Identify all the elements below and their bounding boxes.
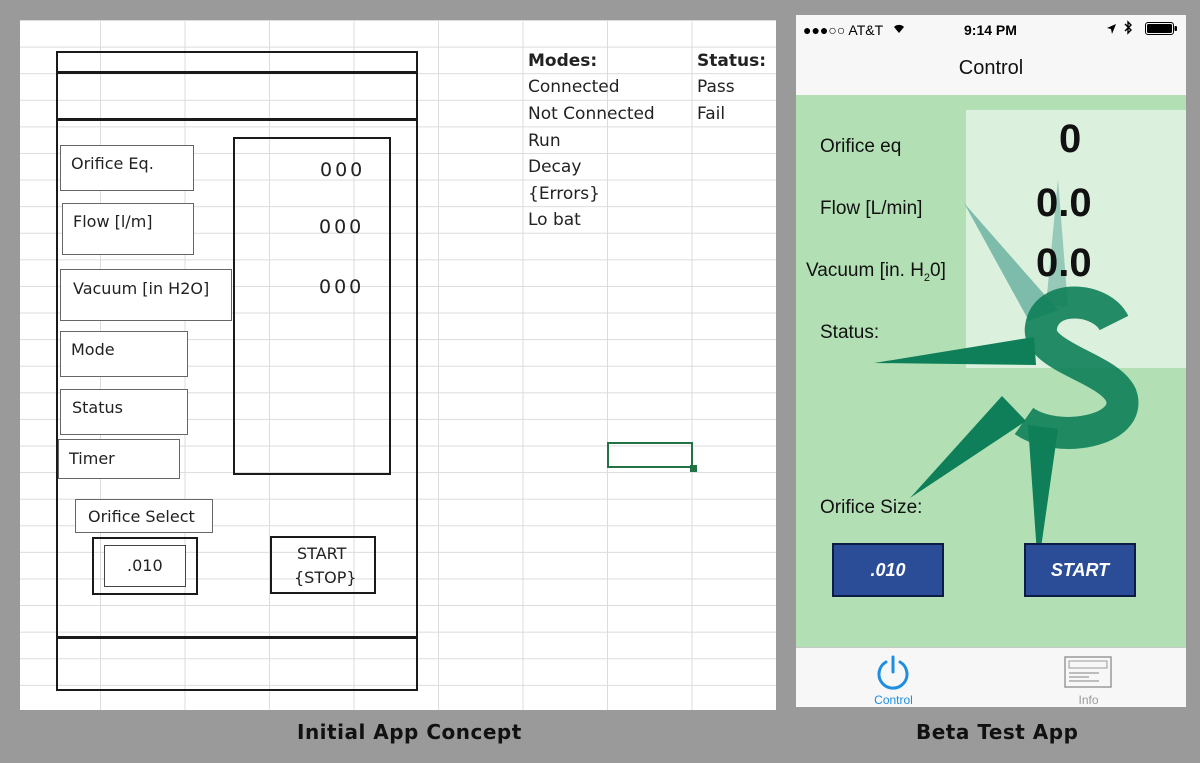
tab-bar: Control Info bbox=[796, 647, 1186, 707]
sketch-value-orifice: 000 bbox=[320, 159, 366, 181]
orifice-eq-label: Orifice eq bbox=[820, 136, 902, 157]
sketch-start-stop-button: START {STOP} bbox=[270, 536, 376, 594]
vacuum-label: Vacuum [in. H20] bbox=[806, 260, 946, 284]
orifice-eq-value: 0 bbox=[1059, 117, 1082, 161]
beta-app-screen: ●●●○○ AT&T 9:14 PM Control Orifice eq Fl… bbox=[796, 15, 1186, 707]
sketch-field-label: Status bbox=[72, 398, 123, 417]
concept-sketch: Orifice Eq. Flow [l/m] Vacuum [in H2O] M… bbox=[20, 20, 776, 710]
mode-item: Run bbox=[528, 131, 561, 151]
mode-item: Connected bbox=[528, 77, 620, 97]
flow-value: 0.0 bbox=[1036, 181, 1092, 225]
status-header: Status: bbox=[697, 51, 766, 71]
sketch-field-label: Vacuum [in H2O] bbox=[73, 279, 210, 298]
sketch-nav-divider bbox=[56, 118, 418, 121]
sketch-field-label: Timer bbox=[69, 449, 115, 468]
clock: 9:14 PM bbox=[964, 22, 1017, 38]
status-item: Pass bbox=[697, 77, 735, 97]
sketch-field-vacuum: Vacuum [in H2O] bbox=[60, 269, 232, 321]
navigation-bar: Control bbox=[796, 43, 1186, 96]
battery-icon bbox=[1145, 22, 1178, 38]
beta-caption: Beta Test App bbox=[916, 720, 1079, 744]
carrier-signal: ●●●○○ AT&T bbox=[803, 22, 884, 38]
screen-title: Control bbox=[958, 57, 1024, 79]
orifice-size-button[interactable]: .010 bbox=[832, 543, 944, 597]
sketch-header-divider bbox=[56, 71, 418, 74]
vacuum-value: 0.0 bbox=[1036, 241, 1092, 285]
status-label: Status: bbox=[820, 322, 880, 343]
sketch-field-mode: Mode bbox=[60, 331, 188, 377]
start-button[interactable]: START bbox=[1024, 543, 1136, 597]
mode-item: Not Connected bbox=[528, 104, 655, 124]
sketch-start-label: START bbox=[297, 544, 347, 563]
tab-label: Control bbox=[874, 693, 913, 707]
sketch-field-timer: Timer bbox=[58, 439, 180, 479]
orifice-size-label: Orifice Size: bbox=[820, 497, 923, 518]
sketch-field-orifice-eq: Orifice Eq. bbox=[60, 145, 194, 191]
sketch-orifice-value: .010 bbox=[127, 556, 163, 575]
sketch-readout-box bbox=[233, 137, 391, 475]
wifi-icon bbox=[892, 21, 906, 37]
sketch-field-status: Status bbox=[60, 389, 188, 435]
sketch-field-label: Orifice Eq. bbox=[71, 154, 154, 173]
concept-caption: Initial App Concept bbox=[297, 720, 522, 744]
status-item: Fail bbox=[697, 104, 726, 124]
selected-cell[interactable] bbox=[607, 442, 693, 468]
info-card-icon bbox=[1064, 656, 1112, 693]
sketch-field-label: Flow [l/m] bbox=[73, 212, 153, 231]
mode-item: {Errors} bbox=[528, 184, 600, 204]
ios-status-bar: ●●●○○ AT&T 9:14 PM bbox=[796, 15, 1186, 43]
mode-item: Decay bbox=[528, 157, 582, 177]
sketch-value-flow: 000 bbox=[319, 216, 365, 238]
sketch-field-flow: Flow [l/m] bbox=[62, 203, 194, 255]
tab-control[interactable]: Control bbox=[796, 648, 991, 707]
mode-item: Lo bat bbox=[528, 210, 581, 230]
control-panel: Orifice eq Flow [L/min] Vacuum [in. H20]… bbox=[796, 95, 1186, 647]
cell-fill-handle[interactable] bbox=[690, 465, 697, 472]
sketch-orifice-select-label: Orifice Select bbox=[75, 499, 213, 533]
sketch-orifice-select-button: .010 bbox=[92, 537, 198, 595]
sketch-footer-divider bbox=[56, 636, 418, 639]
location-icon bbox=[1106, 22, 1117, 38]
flow-label: Flow [L/min] bbox=[820, 198, 923, 219]
bluetooth-icon bbox=[1124, 20, 1133, 38]
power-icon bbox=[874, 654, 912, 697]
tab-info[interactable]: Info bbox=[991, 648, 1186, 707]
sketch-value-vacuum: 000 bbox=[319, 276, 365, 298]
sketch-field-label: Mode bbox=[71, 340, 115, 359]
modes-header: Modes: bbox=[528, 51, 598, 71]
sketch-stop-label: {STOP} bbox=[294, 568, 357, 587]
tab-label: Info bbox=[1078, 693, 1099, 707]
